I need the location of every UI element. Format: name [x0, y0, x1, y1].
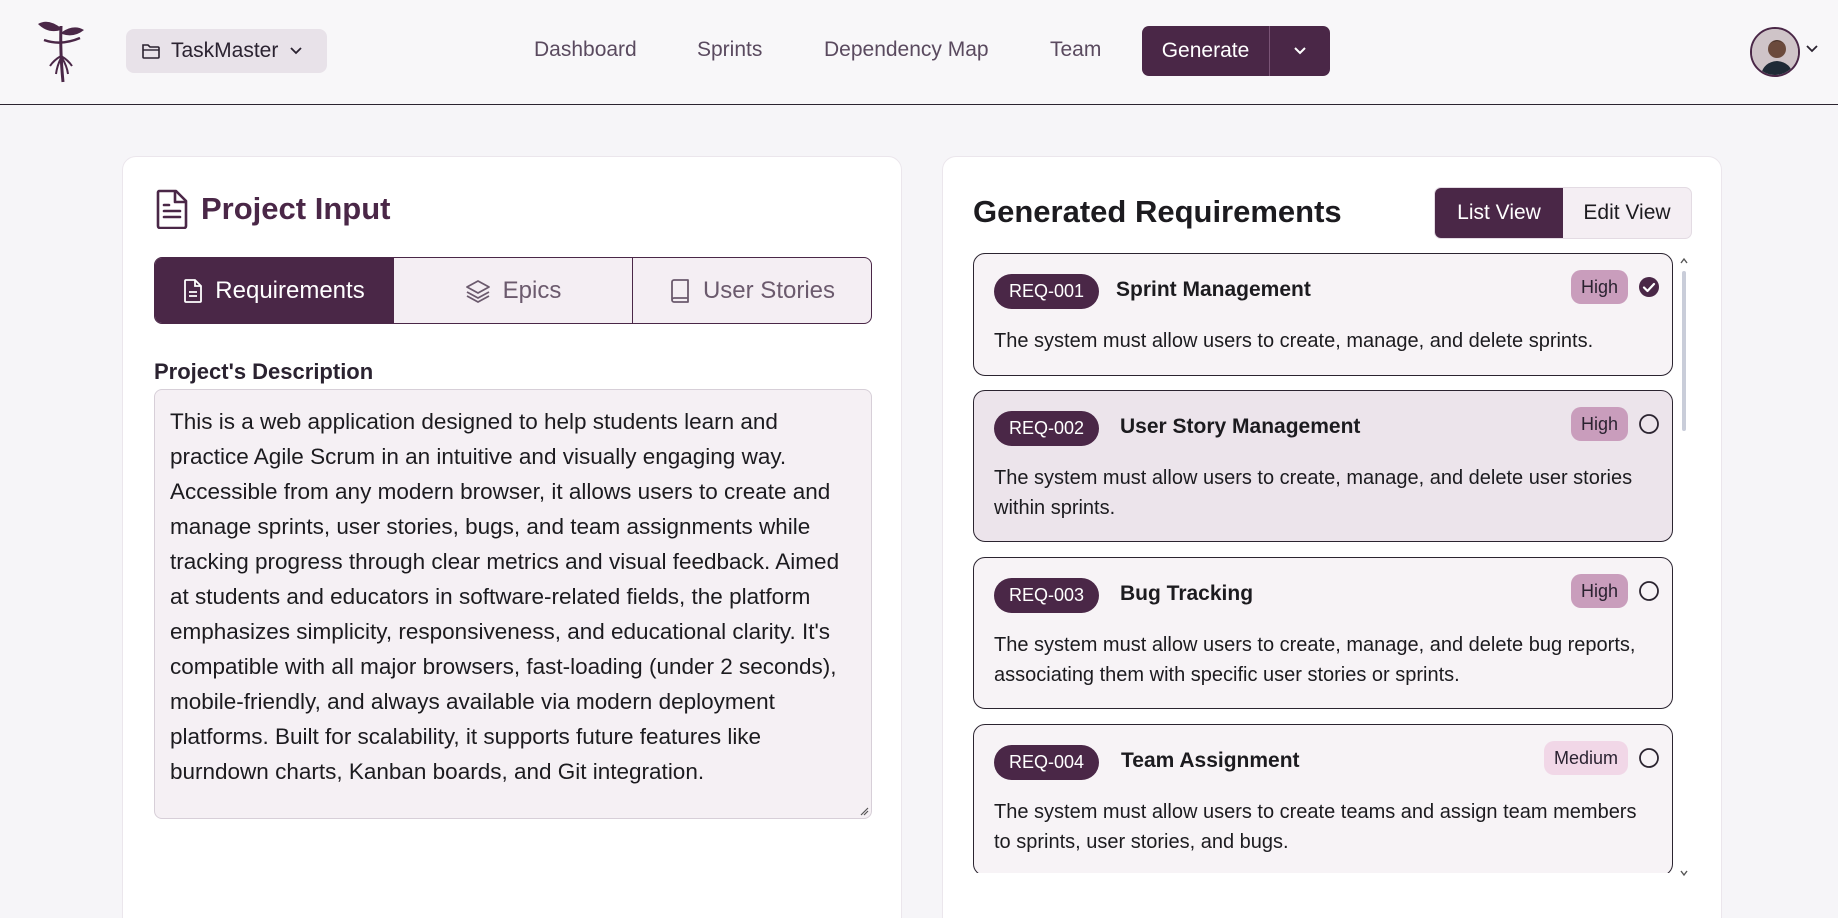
list-view-button[interactable]: List View — [1435, 188, 1563, 238]
requirement-description: The system must allow users to create, m… — [994, 330, 1594, 352]
requirement-name: Sprint Management — [1116, 278, 1311, 301]
panel-title: Generated Requirements — [973, 194, 1342, 229]
generate-button-group: Generate — [1142, 26, 1330, 76]
requirement-name: User Story Management — [1120, 415, 1361, 438]
priority-badge: High — [1570, 574, 1628, 608]
generate-dropdown-button[interactable] — [1270, 26, 1330, 76]
requirement-name: Team Assignment — [1121, 749, 1300, 772]
requirement-card[interactable]: REQ-003 Bug Tracking High The system mus… — [973, 557, 1673, 709]
generate-button[interactable]: Generate — [1142, 26, 1269, 76]
top-nav-bar: TaskMaster Dashboard Sprints Dependency … — [0, 0, 1838, 105]
requirement-card[interactable]: REQ-004 Team Assignment Medium The syste… — [973, 724, 1673, 873]
requirement-id-badge: REQ-002 — [994, 411, 1100, 446]
tab-label: User Stories — [702, 276, 836, 304]
nav-link-sprints[interactable]: Sprints — [697, 38, 762, 62]
book-icon — [671, 278, 689, 303]
requirements-scrollbar[interactable] — [1679, 257, 1689, 877]
edit-view-button[interactable]: Edit View — [1563, 188, 1691, 238]
generated-requirements-panel: Generated Requirements List View Edit Vi… — [942, 156, 1722, 918]
unchecked-circle-icon[interactable] — [1638, 580, 1660, 602]
scroll-thumb[interactable] — [1682, 271, 1686, 431]
requirements-list: REQ-001 Sprint Management High The syste… — [973, 253, 1673, 873]
chevron-down-icon[interactable] — [1805, 44, 1819, 54]
scroll-down-icon[interactable] — [1679, 869, 1689, 877]
resize-handle-icon[interactable] — [859, 806, 869, 816]
project-input-panel: Project Input Requirements Epics User St… — [122, 156, 902, 918]
requirement-card[interactable]: REQ-002 User Story Management High The s… — [973, 390, 1673, 542]
requirement-description: The system must allow users to create te… — [994, 801, 1637, 853]
requirement-id-badge: REQ-003 — [994, 578, 1100, 613]
tab-requirements[interactable]: Requirements — [155, 258, 394, 323]
requirement-id-badge: REQ-001 — [994, 274, 1100, 309]
scroll-up-icon[interactable] — [1679, 257, 1689, 265]
avatar-image — [1752, 29, 1798, 75]
requirement-card[interactable]: REQ-001 Sprint Management High The syste… — [973, 253, 1673, 376]
project-input-header: Project Input — [155, 189, 390, 229]
priority-badge: High — [1570, 270, 1628, 304]
view-toggle: List View Edit View — [1434, 187, 1692, 239]
document-icon — [184, 278, 203, 303]
sprout-logo-icon[interactable] — [34, 16, 88, 84]
chevron-down-icon — [1294, 47, 1306, 55]
tab-user-stories[interactable]: User Stories — [633, 258, 871, 323]
user-avatar[interactable] — [1750, 27, 1800, 77]
checked-circle-icon[interactable] — [1638, 276, 1660, 298]
layers-icon — [465, 279, 490, 303]
nav-link-dashboard[interactable]: Dashboard — [534, 38, 637, 62]
nav-link-team[interactable]: Team — [1050, 38, 1101, 62]
unchecked-circle-icon[interactable] — [1638, 413, 1660, 435]
project-selector[interactable]: TaskMaster — [126, 29, 327, 73]
folder-icon — [142, 44, 160, 59]
priority-badge: High — [1570, 407, 1628, 441]
unchecked-circle-icon[interactable] — [1638, 747, 1660, 769]
description-text: This is a web application designed to he… — [170, 409, 840, 784]
project-name: TaskMaster — [171, 39, 279, 62]
requirement-description: The system must allow users to create, m… — [994, 634, 1636, 686]
input-type-tabs: Requirements Epics User Stories — [154, 257, 872, 324]
tab-label: Requirements — [215, 276, 365, 304]
chevron-down-icon — [290, 47, 302, 55]
tab-epics[interactable]: Epics — [394, 258, 633, 323]
description-textarea[interactable]: This is a web application designed to he… — [154, 389, 872, 819]
description-label: Project's Description — [154, 359, 374, 384]
requirement-name: Bug Tracking — [1120, 582, 1254, 605]
tab-label: Epics — [502, 276, 562, 304]
priority-badge: Medium — [1543, 741, 1628, 775]
requirement-description: The system must allow users to create, m… — [994, 467, 1633, 519]
panel-title: Project Input — [201, 191, 391, 226]
nav-link-dependency-map[interactable]: Dependency Map — [824, 38, 989, 62]
requirement-id-badge: REQ-004 — [994, 745, 1100, 780]
document-icon — [156, 189, 188, 229]
